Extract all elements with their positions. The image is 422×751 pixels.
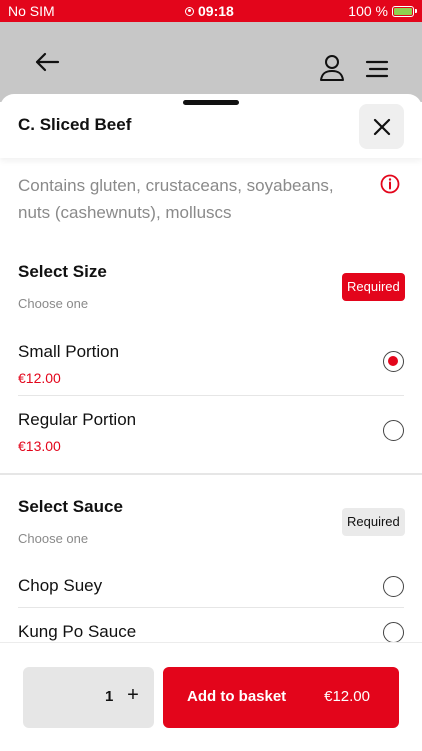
item-title: C. Sliced Beef <box>18 115 132 134</box>
sauce-required-badge: Required <box>342 508 405 536</box>
option-price: €13.00 <box>18 438 61 454</box>
quantity-stepper[interactable]: 1 + <box>23 667 154 728</box>
radio-button[interactable] <box>383 622 404 643</box>
sheet-grabber[interactable] <box>183 100 239 105</box>
allergen-info: Contains gluten, crustaceans, soyabeans,… <box>18 176 334 222</box>
arrow-left-icon[interactable] <box>34 52 60 72</box>
divider <box>18 607 404 608</box>
option-name: Chop Suey <box>18 576 103 595</box>
size-required-badge: Required <box>342 273 405 301</box>
quantity-value: 1 <box>105 688 114 705</box>
battery-status: 100 % <box>348 3 417 19</box>
hamburger-menu-icon[interactable] <box>364 58 390 80</box>
clock: 09:18 <box>185 3 234 19</box>
sauce-section-subtitle: Choose one <box>18 531 89 546</box>
basket-footer: 1 + Add to basket €12.00 <box>0 642 422 751</box>
option-name: Kung Po Sauce <box>18 622 137 641</box>
size-section-subtitle: Choose one <box>18 296 89 311</box>
option-price: €12.00 <box>18 370 61 386</box>
add-to-basket-price: €12.00 <box>324 688 370 705</box>
user-icon[interactable] <box>318 54 346 82</box>
battery-icon <box>392 5 417 17</box>
radio-button[interactable] <box>383 576 404 597</box>
status-bar: No SIM 09:18 100 % <box>0 0 422 22</box>
add-to-basket-button[interactable]: Add to basket €12.00 <box>163 667 399 728</box>
app-header <box>0 22 422 102</box>
sauce-section-title: Select Sauce <box>18 497 123 516</box>
option-regular-portion[interactable]: Regular Portion €13.00 <box>18 410 404 466</box>
close-icon <box>373 118 390 135</box>
battery-percent: 100 % <box>348 3 388 19</box>
option-name: Regular Portion <box>18 410 137 429</box>
section-separator <box>0 473 422 475</box>
sheet-header: C. Sliced Beef <box>0 94 422 158</box>
screen-recording-icon <box>185 6 194 16</box>
option-chop-suey[interactable]: Chop Suey <box>18 576 404 606</box>
close-button[interactable] <box>359 104 404 149</box>
radio-button-selected[interactable] <box>383 351 404 372</box>
plus-icon[interactable]: + <box>123 683 143 707</box>
carrier-label: No SIM <box>8 3 55 19</box>
size-section-title: Select Size <box>18 262 107 281</box>
option-name: Small Portion <box>18 342 120 361</box>
option-small-portion[interactable]: Small Portion €12.00 <box>18 342 404 398</box>
radio-button[interactable] <box>383 420 404 441</box>
divider <box>18 395 404 396</box>
add-to-basket-label: Add to basket <box>187 688 287 705</box>
time-label: 09:18 <box>198 3 234 19</box>
info-icon[interactable] <box>380 174 400 194</box>
